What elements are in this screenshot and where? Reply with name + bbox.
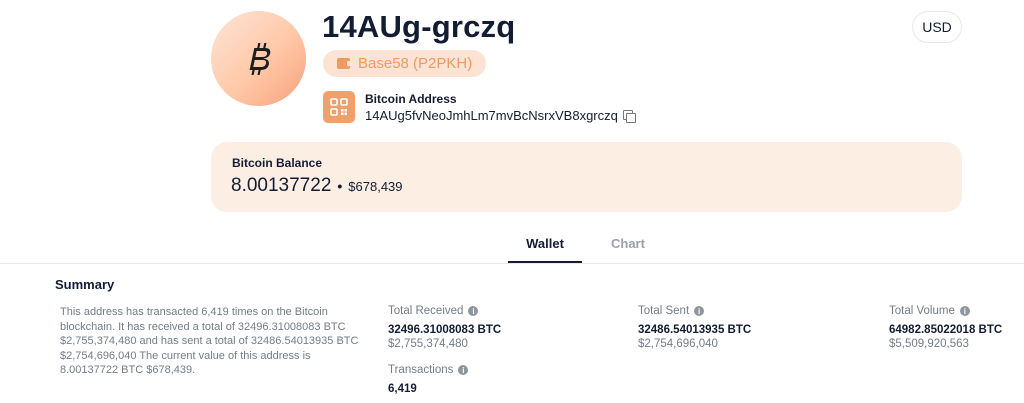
stat-total-sent: Total Sent i 32486.54013935 BTC $2,754,6…: [638, 305, 751, 350]
stat-usd-value: $2,755,374,480: [388, 338, 468, 350]
stat-transactions: Transactions i 6,419: [388, 364, 469, 395]
balance-row: 8.00137722 • $678,439: [231, 175, 403, 197]
stat-transactions-value: 6,419: [388, 383, 417, 395]
info-icon[interactable]: i: [468, 306, 479, 316]
currency-toggle-button[interactable]: USD: [912, 11, 962, 43]
qr-code-icon: [330, 98, 348, 116]
balance-separator: •: [337, 178, 343, 194]
info-icon[interactable]: i: [458, 365, 469, 375]
stat-label: Total Received: [388, 305, 464, 317]
stat-btc-value: 32486.54013935 BTC: [638, 324, 752, 336]
bitcoin-address-row: 14AUg5fvNeoJmhLm7mvBcNsrxVB8xgrczq: [365, 108, 636, 123]
bitcoin-address-label: Bitcoin Address: [365, 92, 457, 106]
qr-code-button[interactable]: [323, 91, 355, 123]
address-avatar: [211, 11, 306, 106]
balance-card: Bitcoin Balance 8.00137722 • $678,439: [211, 142, 962, 212]
tab-wallet[interactable]: Wallet: [508, 236, 582, 263]
stat-label: Total Sent: [638, 305, 690, 317]
stat-usd-value: $2,754,696,040: [638, 338, 718, 350]
tab-bar: Wallet Chart: [0, 230, 1024, 264]
stat-usd-value: $5,509,920,563: [889, 338, 969, 350]
summary-text: This address has transacted 6,419 times …: [60, 306, 359, 376]
balance-btc: 8.00137722: [231, 175, 332, 196]
balance-usd: $678,439: [348, 179, 403, 194]
bitcoin-icon: [249, 42, 270, 75]
address-format-pill: Base58 (P2PKH): [323, 50, 487, 77]
bitcoin-address-value: 14AUg5fvNeoJmhLm7mvBcNsrxVB8xgrczq: [365, 108, 618, 123]
balance-label: Bitcoin Balance: [232, 156, 323, 170]
tab-chart[interactable]: Chart: [611, 236, 645, 251]
copy-icon[interactable]: [622, 109, 636, 123]
stat-label: Transactions: [388, 364, 454, 376]
info-icon[interactable]: i: [694, 306, 705, 316]
stat-btc-value: 32496.31008083 BTC: [388, 324, 502, 336]
info-icon[interactable]: i: [959, 306, 970, 316]
address-title: 14AUg-grczq: [322, 9, 516, 44]
summary-title: Summary: [55, 277, 115, 292]
stat-label: Total Volume: [889, 305, 955, 317]
wallet-icon: [337, 58, 352, 69]
address-format-label: Base58 (P2PKH): [358, 55, 473, 72]
stat-total-volume: Total Volume i 64982.85022018 BTC $5,509…: [889, 305, 1002, 350]
stat-btc-value: 64982.85022018 BTC: [889, 324, 1003, 336]
stat-total-received: Total Received i 32496.31008083 BTC $2,7…: [388, 305, 501, 350]
